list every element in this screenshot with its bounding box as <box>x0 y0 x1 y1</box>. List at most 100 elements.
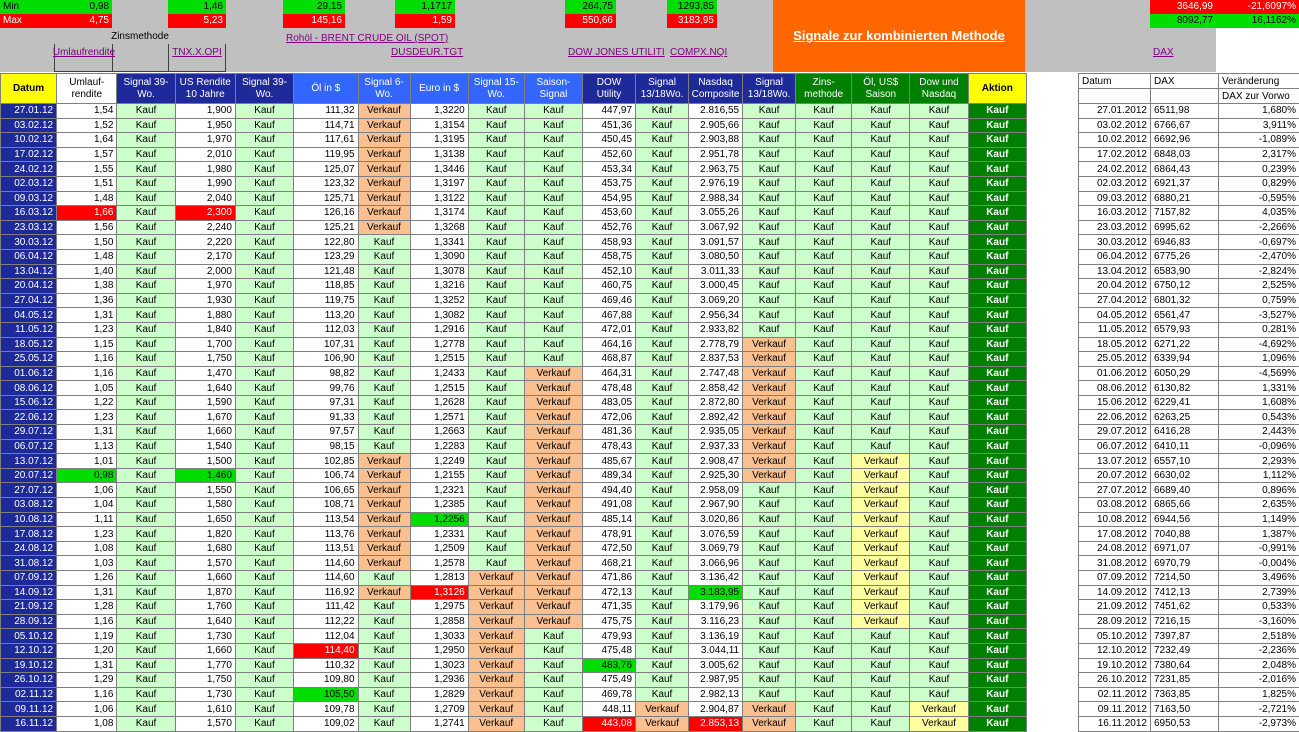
cell-signal-13a[interactable]: Kauf <box>636 249 689 264</box>
cell-dow[interactable]: 447,97 <box>583 104 636 119</box>
cell-oel[interactable]: 109,80 <box>294 673 358 688</box>
cell-umlaufrendite[interactable]: 1,06 <box>57 483 117 498</box>
cell-signal-39[interactable]: Kauf <box>117 629 175 644</box>
cell-zinsmethode[interactable]: Kauf <box>796 687 852 702</box>
cell-signal-15[interactable]: Kauf <box>468 118 524 133</box>
dax-value[interactable]: 7040,88 <box>1151 527 1219 542</box>
cell-signal-39[interactable]: Kauf <box>117 468 175 483</box>
dax-value[interactable]: 7214,50 <box>1151 571 1219 586</box>
cell-date[interactable]: 15.06.12 <box>1 395 57 410</box>
cell-signal-6[interactable]: Kauf <box>358 658 410 673</box>
dax-change[interactable]: -4,569% <box>1219 366 1299 381</box>
cell-date[interactable]: 23.03.12 <box>1 220 57 235</box>
cell-date[interactable]: 20.07.12 <box>1 468 57 483</box>
cell-dow[interactable]: 460,75 <box>583 279 636 294</box>
dax-value[interactable]: 7232,49 <box>1151 643 1219 658</box>
cell-oel[interactable]: 106,90 <box>294 352 358 367</box>
cell-us-rendite[interactable]: 2,040 <box>175 191 235 206</box>
cell-saison[interactable]: Kauf <box>524 118 582 133</box>
cell-signal-6[interactable]: Kauf <box>358 366 410 381</box>
cell-aktion[interactable]: Kauf <box>968 279 1026 294</box>
dax-date[interactable]: 04.05.2012 <box>1079 308 1151 323</box>
cell-aktion[interactable]: Kauf <box>968 162 1026 177</box>
cell-signal-13a[interactable]: Kauf <box>636 687 689 702</box>
cell-signal-15[interactable]: Kauf <box>468 133 524 148</box>
cell-signal-39-b[interactable]: Kauf <box>235 220 293 235</box>
cell-signal-13b[interactable]: Kauf <box>743 235 796 250</box>
cell-signal-39[interactable]: Kauf <box>117 249 175 264</box>
cell-euro[interactable]: 1,2936 <box>410 673 468 688</box>
dax-change[interactable]: 1,825% <box>1219 687 1299 702</box>
cell-us-rendite[interactable]: 1,730 <box>175 687 235 702</box>
cell-oel-saison[interactable]: Kauf <box>852 673 910 688</box>
dax-value[interactable]: 6970,79 <box>1151 556 1219 571</box>
cell-signal-13b[interactable]: Kauf <box>743 162 796 177</box>
cell-date[interactable]: 24.08.12 <box>1 541 57 556</box>
cell-signal-15[interactable]: Kauf <box>468 498 524 513</box>
cell-oel-saison[interactable]: Kauf <box>852 220 910 235</box>
cell-signal-6[interactable]: Verkauf <box>358 162 410 177</box>
cell-signal-15[interactable]: Kauf <box>468 439 524 454</box>
cell-umlaufrendite[interactable]: 1,55 <box>57 162 117 177</box>
cell-nasdaq[interactable]: 3.069,20 <box>689 293 743 308</box>
cell-euro[interactable]: 1,3078 <box>410 264 468 279</box>
cell-oel[interactable]: 113,54 <box>294 512 358 527</box>
cell-dow-nasdaq[interactable]: Kauf <box>910 571 968 586</box>
cell-aktion[interactable]: Kauf <box>968 571 1026 586</box>
cell-signal-39-b[interactable]: Kauf <box>235 614 293 629</box>
dax-change[interactable]: 0,281% <box>1219 322 1299 337</box>
dax-date[interactable]: 13.04.2012 <box>1079 264 1151 279</box>
cell-signal-15[interactable]: Kauf <box>468 104 524 119</box>
cell-dow-nasdaq[interactable]: Kauf <box>910 264 968 279</box>
dax-value[interactable]: 6050,29 <box>1151 366 1219 381</box>
cell-signal-13b[interactable]: Kauf <box>743 308 796 323</box>
cell-date[interactable]: 17.02.12 <box>1 147 57 162</box>
cell-aktion[interactable]: Kauf <box>968 483 1026 498</box>
cell-signal-13b[interactable]: Kauf <box>743 527 796 542</box>
cell-signal-15[interactable]: Verkauf <box>468 673 524 688</box>
cell-umlaufrendite[interactable]: 1,11 <box>57 512 117 527</box>
cell-signal-6[interactable]: Kauf <box>358 279 410 294</box>
cell-zinsmethode[interactable]: Kauf <box>796 352 852 367</box>
cell-signal-13a[interactable]: Kauf <box>636 673 689 688</box>
cell-signal-6[interactable]: Verkauf <box>358 556 410 571</box>
cell-aktion[interactable]: Kauf <box>968 264 1026 279</box>
dax-value[interactable]: 6848,03 <box>1151 147 1219 162</box>
cell-oel[interactable]: 109,02 <box>294 716 358 731</box>
cell-oel[interactable]: 97,57 <box>294 425 358 440</box>
cell-signal-13b[interactable]: Kauf <box>743 322 796 337</box>
dax-value[interactable]: 6750,12 <box>1151 279 1219 294</box>
cell-signal-39-b[interactable]: Kauf <box>235 206 293 221</box>
cell-signal-15[interactable]: Kauf <box>468 527 524 542</box>
link-dow-jones[interactable]: DOW JONES UTILITI <box>565 46 667 60</box>
cell-date[interactable]: 13.04.12 <box>1 264 57 279</box>
cell-us-rendite[interactable]: 1,750 <box>175 352 235 367</box>
link-dusdeur[interactable]: DUSDEUR.TGT <box>388 46 478 60</box>
cell-umlaufrendite[interactable]: 1,48 <box>57 191 117 206</box>
cell-euro[interactable]: 1,2515 <box>410 381 468 396</box>
cell-zinsmethode[interactable]: Kauf <box>796 162 852 177</box>
cell-signal-15[interactable]: Kauf <box>468 264 524 279</box>
cell-signal-6[interactable]: Kauf <box>358 293 410 308</box>
cell-oel[interactable]: 106,65 <box>294 483 358 498</box>
dax-value[interactable]: 7157,82 <box>1151 206 1219 221</box>
cell-dow-nasdaq[interactable]: Kauf <box>910 176 968 191</box>
cell-zinsmethode[interactable]: Kauf <box>796 235 852 250</box>
cell-signal-13a[interactable]: Kauf <box>636 541 689 556</box>
cell-signal-39-b[interactable]: Kauf <box>235 264 293 279</box>
cell-dow[interactable]: 453,75 <box>583 176 636 191</box>
cell-euro[interactable]: 1,3090 <box>410 249 468 264</box>
cell-saison[interactable]: Verkauf <box>524 527 582 542</box>
cell-signal-13a[interactable]: Verkauf <box>636 702 689 717</box>
cell-signal-6[interactable]: Kauf <box>358 381 410 396</box>
cell-signal-13a[interactable]: Kauf <box>636 176 689 191</box>
cell-aktion[interactable]: Kauf <box>968 104 1026 119</box>
cell-us-rendite[interactable]: 1,570 <box>175 556 235 571</box>
cell-euro[interactable]: 1,2571 <box>410 410 468 425</box>
cell-umlaufrendite[interactable]: 1,56 <box>57 220 117 235</box>
cell-zinsmethode[interactable]: Kauf <box>796 439 852 454</box>
cell-signal-13a[interactable]: Kauf <box>636 454 689 469</box>
cell-umlaufrendite[interactable]: 1,48 <box>57 249 117 264</box>
cell-oel-saison[interactable]: Kauf <box>852 249 910 264</box>
cell-date[interactable]: 12.10.12 <box>1 643 57 658</box>
